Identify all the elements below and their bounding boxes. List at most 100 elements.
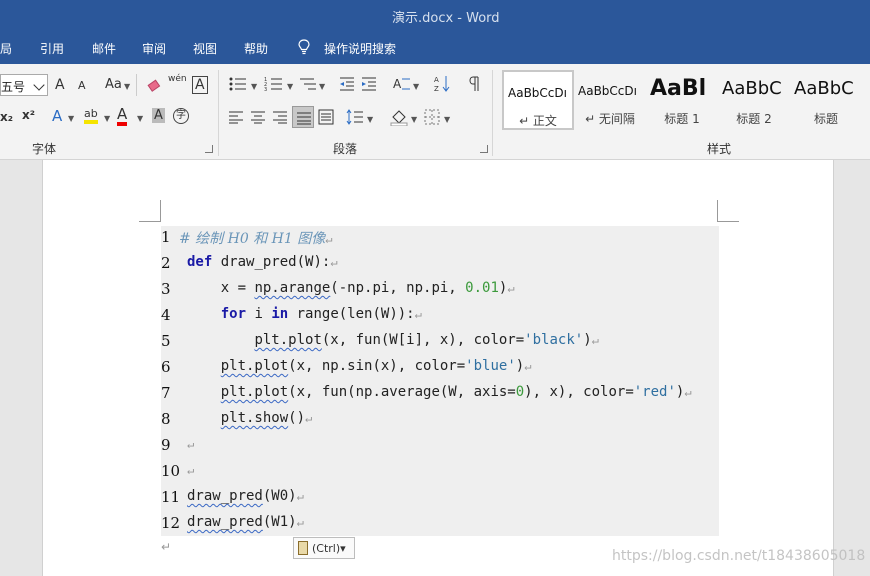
- svg-text:A: A: [393, 77, 402, 91]
- clear-format-icon[interactable]: [146, 76, 164, 94]
- paragraph-mark: ↵: [591, 333, 599, 347]
- paste-options-button[interactable]: (Ctrl)▾: [293, 537, 355, 559]
- ribbon: 五号 A A Aa ▼ wén A x₂ x² A ▼ ab ▼ A ▼ A 字…: [0, 64, 870, 160]
- line-spacing-icon[interactable]: [346, 109, 364, 125]
- highlight-button[interactable]: ab: [84, 108, 98, 124]
- styles-group-label: 样式: [707, 142, 732, 156]
- paragraph-mark: ↵: [296, 489, 304, 503]
- title-bar: 演示.docx - Word: [0, 0, 870, 30]
- font-size-value: 五号: [1, 80, 26, 94]
- code-token: np.arange: [254, 280, 331, 296]
- justify-icon: [297, 112, 311, 125]
- align-center-icon[interactable]: [250, 110, 266, 124]
- shrink-font-button[interactable]: A: [78, 79, 86, 92]
- code-token: i: [246, 306, 272, 322]
- paragraph-mark: ↵: [305, 411, 313, 425]
- borders-icon[interactable]: [424, 109, 440, 125]
- show-marks-icon[interactable]: [466, 76, 480, 92]
- char-border-button[interactable]: A: [192, 76, 208, 94]
- lightbulb-icon[interactable]: [297, 39, 311, 55]
- font-dialog-launcher-icon[interactable]: [205, 145, 213, 153]
- decrease-indent-icon[interactable]: [338, 76, 356, 92]
- code-token: ): [583, 332, 592, 348]
- paragraph-group-label: 段落: [333, 142, 358, 156]
- code-token: draw_pred: [187, 488, 263, 504]
- style-label: ↵ 无间隔: [585, 112, 635, 126]
- paragraph-mark: ↵: [507, 281, 515, 295]
- divider: [218, 70, 219, 156]
- menu-view[interactable]: 视图: [193, 40, 217, 57]
- bullets-icon[interactable]: [228, 76, 248, 92]
- paragraph-mark: ↵: [187, 463, 195, 477]
- font-color-button[interactable]: A: [117, 107, 128, 126]
- code-token: for: [220, 306, 247, 322]
- style-label: 标题 1: [664, 112, 700, 126]
- paragraph-dialog-launcher-icon[interactable]: [480, 145, 488, 153]
- code-text: # 绘制 H0 和 H1 图像↵: [179, 228, 332, 248]
- style-heading-1[interactable]: AaBl 标题 1: [646, 70, 718, 130]
- font-size-select[interactable]: 五号: [0, 74, 48, 96]
- increase-indent-icon[interactable]: [360, 76, 378, 92]
- style-preview: AaBbC: [794, 78, 854, 99]
- svg-text:A: A: [434, 76, 439, 84]
- code-token: plt.show: [220, 410, 289, 426]
- sort-icon[interactable]: AZ: [434, 74, 452, 94]
- menu-review[interactable]: 审阅: [142, 40, 166, 57]
- numbering-icon[interactable]: 1 2 3: [264, 76, 284, 92]
- code-text: for i in range(len(W)):↵: [187, 306, 422, 322]
- menu-layout[interactable]: 局: [0, 40, 12, 57]
- paragraph-mark: ↵: [161, 540, 172, 554]
- multilevel-list-icon[interactable]: [298, 76, 318, 92]
- menu-help[interactable]: 帮助: [244, 40, 268, 57]
- distribute-icon[interactable]: [318, 109, 334, 125]
- paragraph-mark: ↵: [684, 385, 692, 399]
- style-heading-2[interactable]: AaBbC 标题 2: [718, 70, 790, 130]
- shading-icon[interactable]: [389, 108, 409, 126]
- font-group-label: 字体: [32, 142, 57, 156]
- style-no-spacing[interactable]: AaBbCcDı ↵ 无间隔: [574, 70, 646, 130]
- paragraph-mark: ↵: [296, 515, 304, 529]
- divider: [492, 70, 493, 156]
- chevron-down-icon: ▼: [413, 82, 420, 91]
- line-number: 12: [161, 514, 181, 532]
- menu-mailings[interactable]: 邮件: [92, 40, 116, 57]
- chevron-down-icon: ▼: [251, 82, 258, 91]
- enclose-char-button[interactable]: 字: [173, 108, 189, 124]
- menu-references[interactable]: 引用: [40, 40, 64, 57]
- document-area: 1 # 绘制 H0 和 H1 图像↵ 2 def draw_pred(W):↵ 3 x …: [0, 160, 870, 576]
- chevron-down-icon: ▼: [319, 82, 326, 91]
- style-normal[interactable]: AaBbCcDı ↵ 正文: [502, 70, 574, 130]
- style-preview: AaBbCcDı: [578, 84, 637, 98]
- grow-font-button[interactable]: A: [55, 77, 65, 93]
- char-shading-button[interactable]: A: [152, 108, 165, 123]
- code-token: ): [515, 358, 525, 374]
- code-text: plt.plot(x, fun(np.average(W, axis=0), x…: [187, 384, 692, 400]
- code-token: x =: [187, 280, 255, 296]
- code-token: # 绘制 H0 和 H1 图像: [179, 231, 326, 247]
- page[interactable]: 1 # 绘制 H0 和 H1 图像↵ 2 def draw_pred(W):↵ 3 x …: [42, 160, 834, 576]
- align-left-icon[interactable]: [228, 110, 244, 124]
- crop-mark-right: [717, 200, 739, 222]
- code-token: in: [271, 306, 289, 322]
- text-effects-button[interactable]: A: [52, 107, 62, 125]
- line-number: 6: [161, 358, 171, 376]
- tell-me-search[interactable]: 操作说明搜索: [324, 40, 396, 57]
- code-token: (W1): [262, 514, 297, 530]
- superscript-button[interactable]: x²: [22, 108, 35, 122]
- change-case-button[interactable]: Aa: [105, 77, 122, 92]
- crop-mark-left: [139, 200, 161, 222]
- code-text: plt.plot(x, fun(W[i], x), color='black')…: [187, 332, 599, 348]
- code-token: draw_pred: [187, 514, 263, 530]
- paragraph-mark: ↵: [524, 359, 532, 373]
- code-token: (-np.pi, np.pi,: [330, 280, 466, 296]
- style-title[interactable]: AaBbC 标题: [790, 70, 862, 130]
- justify-button[interactable]: [292, 106, 314, 128]
- line-number: 7: [161, 384, 171, 402]
- chinese-layout-icon[interactable]: A: [392, 75, 412, 93]
- phonetic-guide-button[interactable]: wén: [168, 74, 187, 84]
- code-block[interactable]: 1 # 绘制 H0 和 H1 图像↵ 2 def draw_pred(W):↵ 3 x …: [161, 226, 719, 536]
- align-right-icon[interactable]: [272, 110, 288, 124]
- code-text: plt.plot(x, np.sin(x), color='blue')↵: [187, 358, 532, 374]
- subscript-button[interactable]: x₂: [0, 110, 13, 124]
